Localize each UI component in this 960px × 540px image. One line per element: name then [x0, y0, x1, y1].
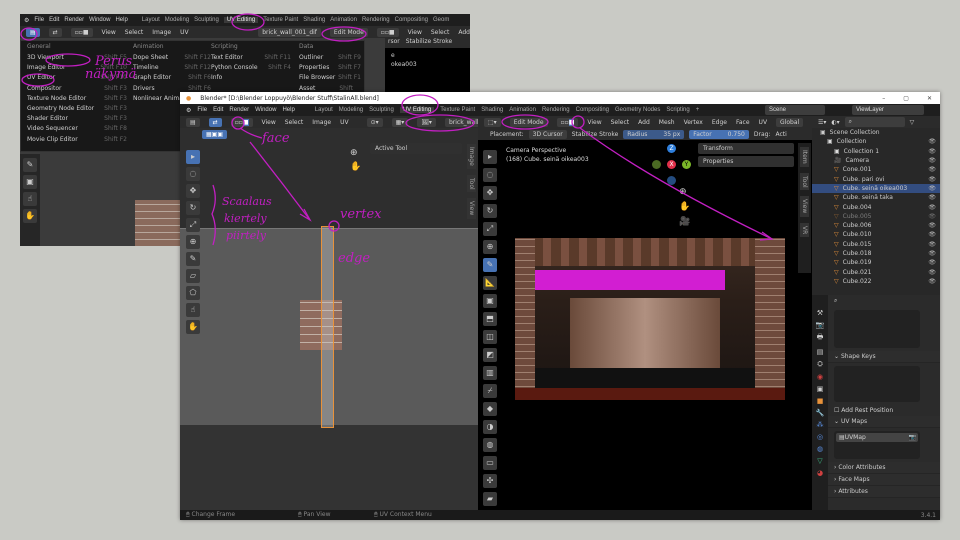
annotation-circle-face-3d — [571, 115, 585, 129]
annotation-text-tools-2: kiertely — [224, 212, 267, 225]
annotation-text-nakyma: näkymä — [85, 67, 136, 82]
handwritten-annotations: Perus näkymä face vertex edge Scaalaus k… — [20, 13, 774, 266]
annotation-brace — [211, 184, 216, 246]
annotation-circle-face-uv — [231, 116, 245, 130]
viewlayer-selector[interactable]: ViewLayer — [852, 105, 924, 115]
annotation-arrow-vertex — [249, 141, 311, 221]
annotation-text-vertex: vertex — [340, 207, 382, 222]
annotation-text-tools-1: Scaalaus — [222, 195, 272, 208]
annotation-arrow-viewport — [579, 127, 771, 239]
annotation-circle-uv-editing-front — [401, 94, 439, 116]
annotation-circle-edit-mode-back — [321, 26, 367, 42]
annotation-circle-editor-type — [20, 27, 38, 41]
scene-selector[interactable]: Scene — [765, 105, 825, 115]
annotation-vertex-circle — [328, 220, 340, 232]
annotation-text-face: face — [261, 131, 290, 146]
annotation-circle-image-name — [405, 114, 475, 132]
annotation-circle-uv-editing-back — [231, 13, 265, 31]
annotation-text-edge: edge — [338, 251, 370, 266]
annotation-circle-uv-editor — [21, 73, 55, 87]
annotation-text-tools-3: piirtely — [226, 229, 267, 242]
annotation-face-line — [239, 127, 263, 139]
annotation-circle-3d-viewport — [45, 53, 91, 67]
annotation-circle-edit-mode — [501, 114, 549, 130]
